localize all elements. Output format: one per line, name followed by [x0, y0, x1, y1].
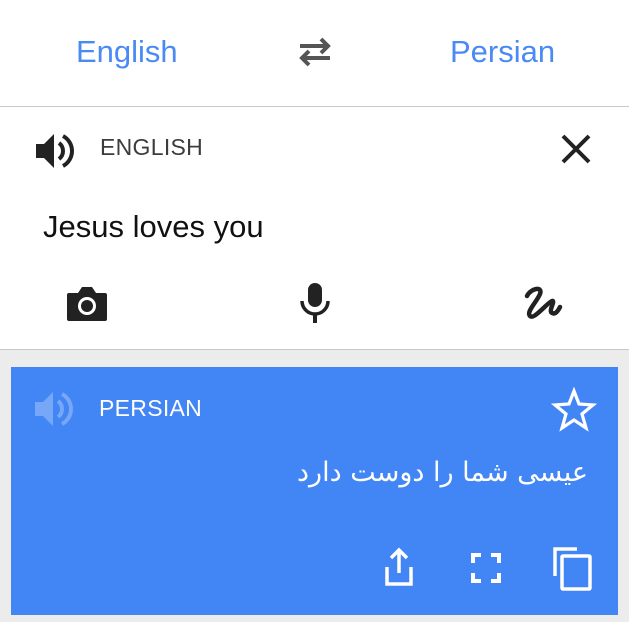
input-card: ENGLISH Jesus loves you [0, 107, 629, 350]
language-bar: English Persian [0, 0, 629, 107]
source-language-button[interactable]: English [76, 30, 178, 74]
share-icon[interactable] [376, 545, 422, 591]
speaker-icon[interactable] [32, 129, 76, 173]
target-language-button[interactable]: Persian [450, 30, 555, 74]
translation-card: PERSIAN عیسی شما را دوست دارد [11, 367, 618, 615]
target-language-label: PERSIAN [99, 395, 203, 421]
source-language-label: ENGLISH [100, 134, 204, 160]
handwriting-icon[interactable] [518, 279, 566, 327]
swap-arrows-icon[interactable] [294, 34, 336, 70]
speaker-icon[interactable] [31, 387, 75, 431]
source-text-input[interactable]: Jesus loves you [43, 205, 264, 249]
microphone-icon[interactable] [291, 279, 339, 327]
star-outline-icon[interactable] [551, 387, 597, 433]
camera-icon[interactable] [63, 279, 111, 327]
copy-icon[interactable] [549, 545, 595, 591]
close-icon[interactable] [554, 127, 598, 171]
translated-text: عیسی شما را دوست دارد [297, 457, 588, 488]
fullscreen-icon[interactable] [463, 545, 509, 591]
